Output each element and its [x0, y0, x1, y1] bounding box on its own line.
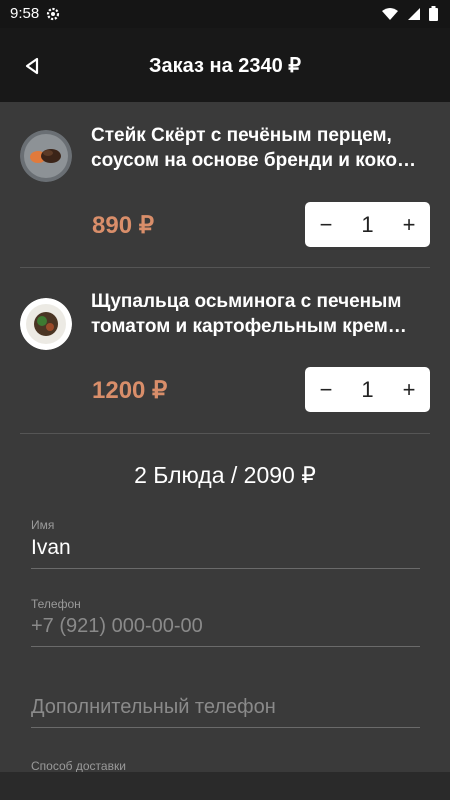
dish-name: Стейк Скёрт с печёным перцем, соусом на …: [91, 125, 416, 171]
delivery-field[interactable]: Способ доставки: [31, 759, 420, 773]
quantity-value: 1: [361, 211, 374, 237]
extra-phone-input[interactable]: Дополнительный телефон: [31, 696, 420, 719]
back-arrow-icon: [25, 57, 39, 75]
status-time: 9:58: [10, 5, 40, 22]
divider: [20, 433, 430, 434]
quantity-stepper: − 1 +: [305, 202, 430, 247]
field-underline: [31, 646, 420, 647]
list-item: Щупальца осьминога с печеным томатом и к…: [0, 268, 450, 433]
decrease-quantity-button[interactable]: −: [305, 202, 347, 247]
signal-icon: [408, 7, 420, 20]
dish-name: Щупальца осьминога с печеным томатом и к…: [91, 291, 407, 337]
name-input[interactable]: Ivan: [31, 536, 420, 560]
battery-icon: [429, 6, 438, 21]
name-field[interactable]: Имя Ivan: [31, 518, 420, 569]
field-underline: [31, 727, 420, 728]
increase-quantity-button[interactable]: +: [388, 367, 430, 412]
list-item: Стейк Скёрт с печёным перцем, соусом на …: [0, 102, 450, 267]
phone-field[interactable]: Телефон +7 (921) 000-00-00: [31, 597, 420, 647]
phone-label: Телефон: [31, 597, 81, 611]
page-title: Заказ на 2340 ₽: [148, 54, 302, 77]
extra-phone-field[interactable]: Дополнительный телефон: [31, 692, 420, 728]
dish-price: 890 ₽: [92, 212, 154, 239]
system-navigation-bar: [0, 772, 450, 800]
settings-gear-icon: [46, 7, 60, 21]
decrease-quantity-button[interactable]: −: [305, 367, 347, 412]
dish-image: [20, 130, 72, 182]
dish-image: [20, 298, 72, 350]
name-label: Имя: [31, 518, 55, 532]
quantity-value: 1: [361, 376, 374, 402]
delivery-label: Способ доставки: [31, 759, 126, 773]
increase-quantity-button[interactable]: +: [388, 202, 430, 247]
dish-price: 1200 ₽: [92, 377, 168, 404]
field-underline: [31, 568, 420, 569]
app-bar: Заказ на 2340 ₽: [0, 28, 450, 102]
order-summary: 2 Блюда / 2090 ₽: [134, 462, 316, 488]
phone-input[interactable]: +7 (921) 000-00-00: [31, 615, 420, 638]
status-bar: 9:58: [0, 0, 450, 28]
back-button[interactable]: [18, 52, 46, 80]
quantity-stepper: − 1 +: [305, 367, 430, 412]
wifi-icon: [382, 7, 398, 20]
status-icons: [381, 6, 438, 21]
